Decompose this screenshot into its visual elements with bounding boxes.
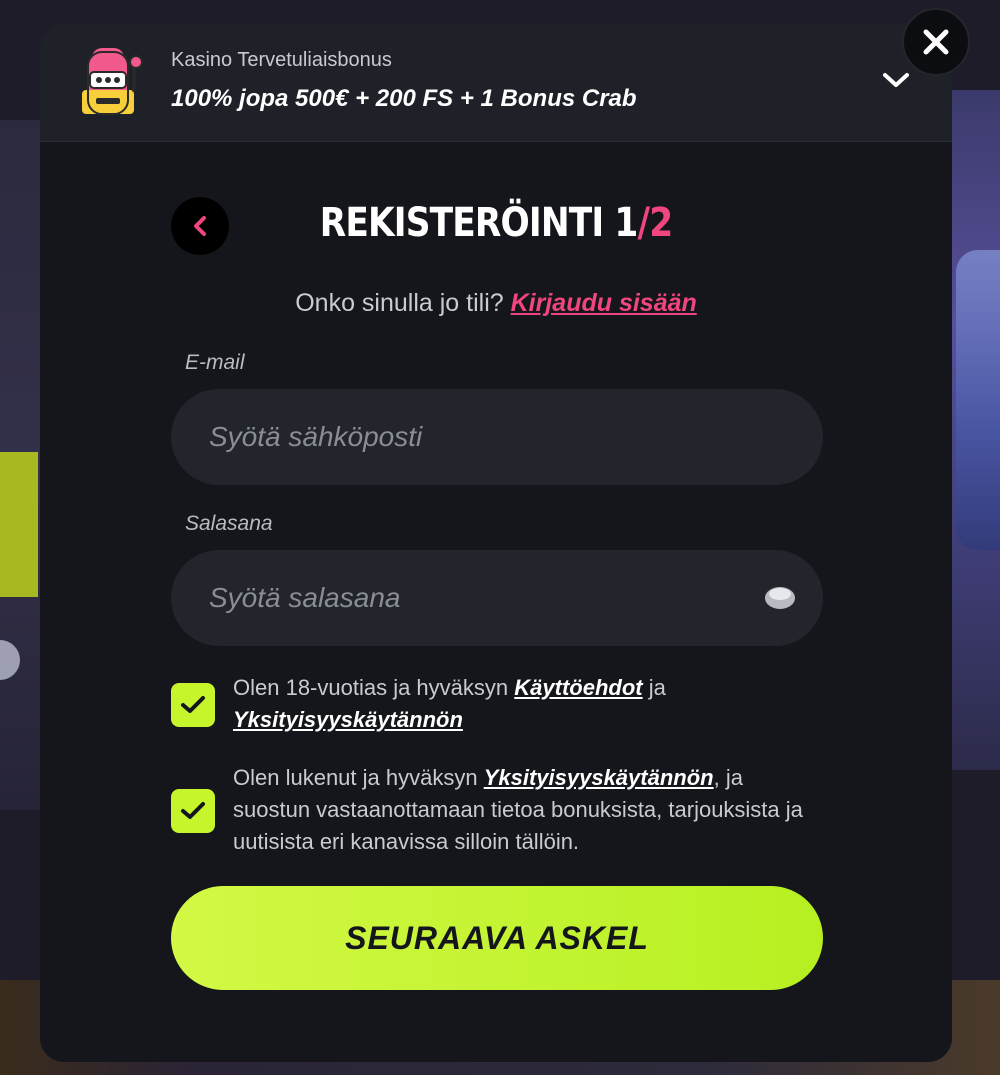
slot-machine-icon	[82, 48, 143, 115]
step-current: 1	[614, 200, 638, 246]
background-right-art	[956, 250, 1000, 550]
page-title: REKISTERÖINTI 1/2	[104, 200, 888, 246]
marketing-consent-text: Olen lukenut ja hyväksyn Yksityisyyskäyt…	[233, 765, 803, 854]
password-field-wrapper	[171, 550, 823, 646]
bonus-label: Kasino Tervetuliaisbonus	[171, 49, 392, 71]
bonus-title: 100% jopa 500€ + 200 FS + 1 Bonus Crab	[171, 85, 637, 112]
page: Kasino Tervetuliaisbonus 100% jopa 500€ …	[0, 0, 1000, 1075]
background-left-cta	[0, 452, 38, 597]
checkmark-icon	[181, 802, 205, 819]
terms-consent-text: Olen 18-vuotias ja hyväksyn Käyttöehdot …	[233, 675, 666, 732]
login-prompt: Onko sinulla jo tili? Kirjaudu sisään	[40, 289, 952, 318]
next-step-button[interactable]: SEURAAVA ASKEL	[171, 886, 823, 990]
marketing-checkbox[interactable]	[171, 789, 215, 833]
registration-modal: Kasino Tervetuliaisbonus 100% jopa 500€ …	[40, 24, 952, 1062]
checkmark-icon	[181, 696, 205, 713]
bonus-header[interactable]: Kasino Tervetuliaisbonus 100% jopa 500€ …	[40, 24, 952, 142]
email-field[interactable]	[171, 389, 823, 485]
terms-checkbox[interactable]	[171, 683, 215, 727]
email-field-wrapper	[171, 389, 823, 485]
title-text: REKISTERÖINTI	[319, 200, 604, 246]
login-link[interactable]: Kirjaudu sisään	[511, 289, 697, 317]
close-button[interactable]	[902, 8, 970, 76]
chevron-down-icon	[883, 73, 909, 87]
privacy-link-2[interactable]: Yksityisyyskäytännön	[484, 765, 714, 790]
bonus-toggle-button[interactable]	[878, 62, 914, 98]
close-icon	[923, 29, 949, 55]
password-label: Salasana	[185, 512, 273, 535]
email-label: E-mail	[185, 351, 245, 374]
step-separator: /	[637, 200, 651, 246]
step-total: 2	[649, 200, 673, 246]
eye-icon[interactable]	[763, 583, 797, 613]
login-question: Onko sinulla jo tili?	[295, 289, 504, 317]
privacy-link[interactable]: Yksityisyyskäytännön	[233, 707, 463, 732]
password-field[interactable]	[171, 550, 823, 646]
terms-link[interactable]: Käyttöehdot	[514, 675, 642, 700]
